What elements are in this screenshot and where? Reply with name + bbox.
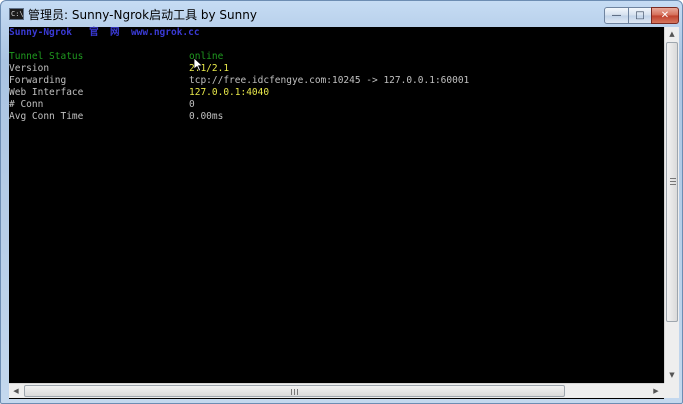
forwarding-label: Forwarding <box>9 75 67 86</box>
scroll-down-icon[interactable]: ▼ <box>665 368 679 382</box>
web-interface-value: 127.0.0.1:4040 <box>189 87 270 98</box>
scroll-right-icon[interactable]: ▶ <box>649 384 663 398</box>
horizontal-scrollbar[interactable]: ◀ ▶ <box>9 383 664 398</box>
window-title: 管理员: Sunny-Ngrok启动工具 by Sunny <box>28 8 257 22</box>
conn-count-value: 0 <box>189 99 195 110</box>
maximize-button[interactable]: □ <box>628 7 652 24</box>
conn-count-label: # Conn <box>9 99 44 110</box>
console-header: Sunny-Ngrok 官 网 www.ngrok.cc <box>9 27 200 38</box>
title-bar[interactable]: C:\ 管理员: Sunny-Ngrok启动工具 by Sunny — □ ✕ <box>1 1 682 27</box>
vertical-scrollbar[interactable]: ▲ ▼ <box>664 27 679 383</box>
web-interface-label: Web Interface <box>9 87 84 98</box>
forwarding-value: tcp://free.idcfengye.com:10245 -> 127.0.… <box>189 75 470 86</box>
scrollbar-corner <box>664 383 679 398</box>
scroll-up-icon[interactable]: ▲ <box>665 27 679 41</box>
console-window: C:\ 管理员: Sunny-Ngrok启动工具 by Sunny — □ ✕ … <box>0 0 683 404</box>
version-label: Version <box>9 63 50 74</box>
horizontal-scroll-thumb[interactable] <box>24 385 565 397</box>
scroll-left-icon[interactable]: ◀ <box>9 384 23 398</box>
vertical-scroll-thumb[interactable] <box>666 42 678 322</box>
mouse-cursor-icon <box>194 58 204 72</box>
minimize-button[interactable]: — <box>604 7 629 24</box>
console-output[interactable]: Sunny-Ngrok 官 网 www.ngrok.cc Tunnel Stat… <box>9 27 664 399</box>
avg-conn-time-value: 0.00ms <box>189 111 224 122</box>
close-button[interactable]: ✕ <box>651 7 679 24</box>
cmd-icon[interactable]: C:\ <box>9 8 24 20</box>
avg-conn-time-label: Avg Conn Time <box>9 111 84 122</box>
tunnel-status-label: Tunnel Status <box>9 51 84 62</box>
